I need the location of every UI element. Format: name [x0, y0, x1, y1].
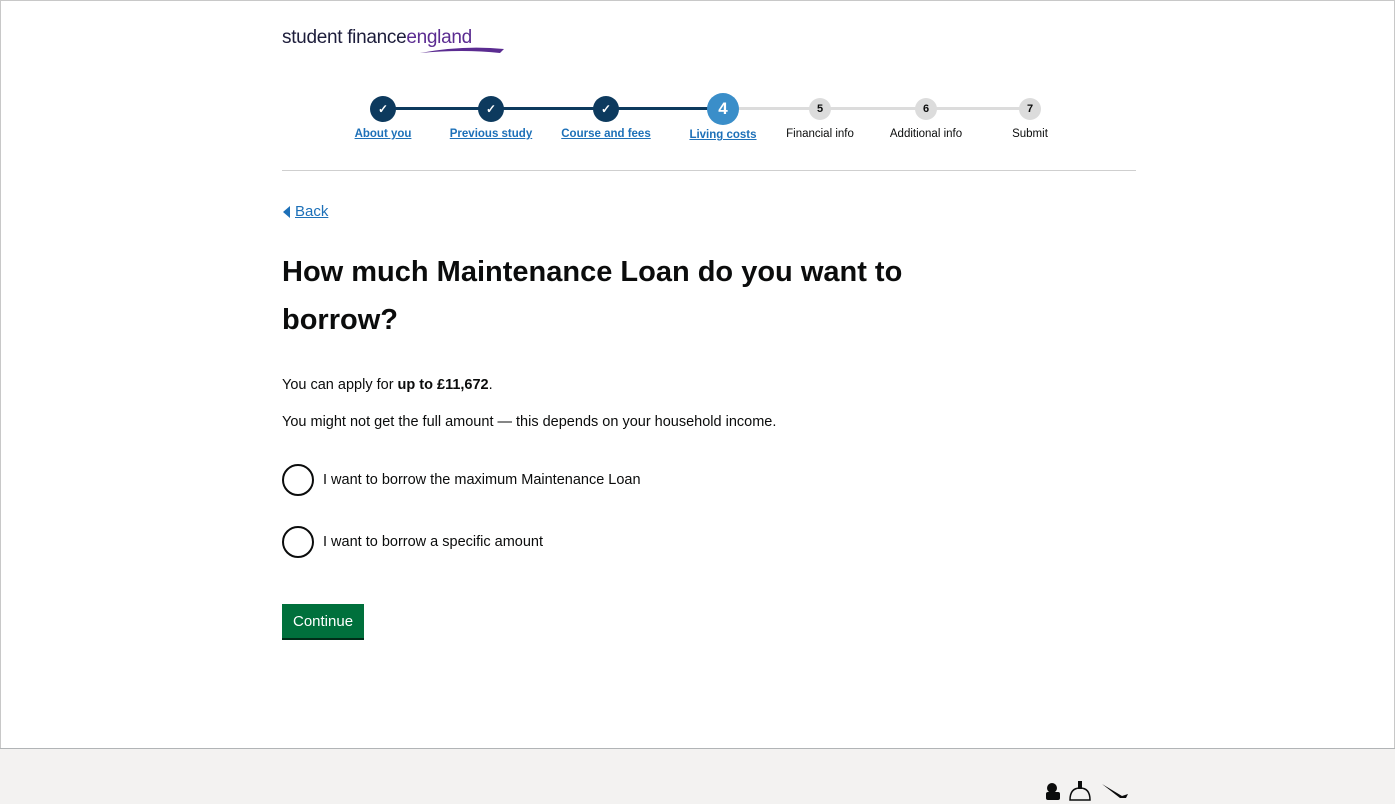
- brand-swoosh-icon: [420, 47, 504, 53]
- step-label[interactable]: Course and fees: [546, 128, 666, 140]
- step-number: 6: [915, 98, 937, 120]
- back-label: Back: [295, 203, 329, 220]
- check-icon: ✓: [370, 96, 396, 122]
- page-title: How much Maintenance Loan do you want to…: [282, 256, 903, 336]
- loan-limit-suffix: .: [488, 377, 493, 393]
- back-arrow-icon: [283, 205, 290, 218]
- step-label: Additional info: [889, 128, 963, 140]
- radio-circle[interactable]: [282, 526, 314, 558]
- back-link[interactable]: Back: [283, 203, 328, 220]
- step-number: 7: [1019, 98, 1041, 120]
- step-financial-info: 5 Financial info: [760, 93, 880, 140]
- step-previous-study[interactable]: ✓ Previous study: [431, 93, 551, 140]
- header-divider: [282, 170, 1136, 171]
- loan-limit-amount: up to £11,672: [397, 377, 489, 393]
- step-course-and-fees[interactable]: ✓ Course and fees: [546, 93, 666, 140]
- radio-option-maximum[interactable]: I want to borrow the maximum Maintenance…: [282, 464, 641, 496]
- check-icon: ✓: [593, 96, 619, 122]
- brand-logo[interactable]: student financeengland: [282, 27, 504, 53]
- step-submit: 7 Submit: [970, 93, 1090, 140]
- household-income-note: You might not get the full amount — this…: [282, 414, 777, 430]
- progress-stepper: ✓ About you ✓ Previous study ✓ Course an…: [340, 93, 1060, 153]
- step-label[interactable]: Previous study: [431, 128, 551, 140]
- radio-label[interactable]: I want to borrow a specific amount: [323, 534, 543, 550]
- brand-name-part1: student finance: [282, 27, 407, 48]
- step-additional-info: 6 Additional info: [866, 93, 986, 140]
- step-label: Submit: [1012, 128, 1048, 140]
- footer: [0, 748, 1395, 804]
- radio-option-specific[interactable]: I want to borrow a specific amount: [282, 526, 543, 558]
- continue-button[interactable]: Continue: [282, 604, 365, 638]
- check-icon: ✓: [478, 96, 504, 122]
- step-label[interactable]: About you: [323, 128, 443, 140]
- royal-crest-icon: [1046, 781, 1128, 801]
- step-label: Financial info: [786, 128, 854, 140]
- radio-label[interactable]: I want to borrow the maximum Maintenance…: [323, 472, 641, 488]
- loan-limit-prefix: You can apply for: [282, 377, 398, 393]
- step-number: 4: [707, 93, 739, 125]
- step-number: 5: [809, 98, 831, 120]
- step-about-you[interactable]: ✓ About you: [323, 93, 443, 140]
- radio-circle[interactable]: [282, 464, 314, 496]
- loan-limit-text: You can apply for up to £11,672.: [282, 377, 493, 393]
